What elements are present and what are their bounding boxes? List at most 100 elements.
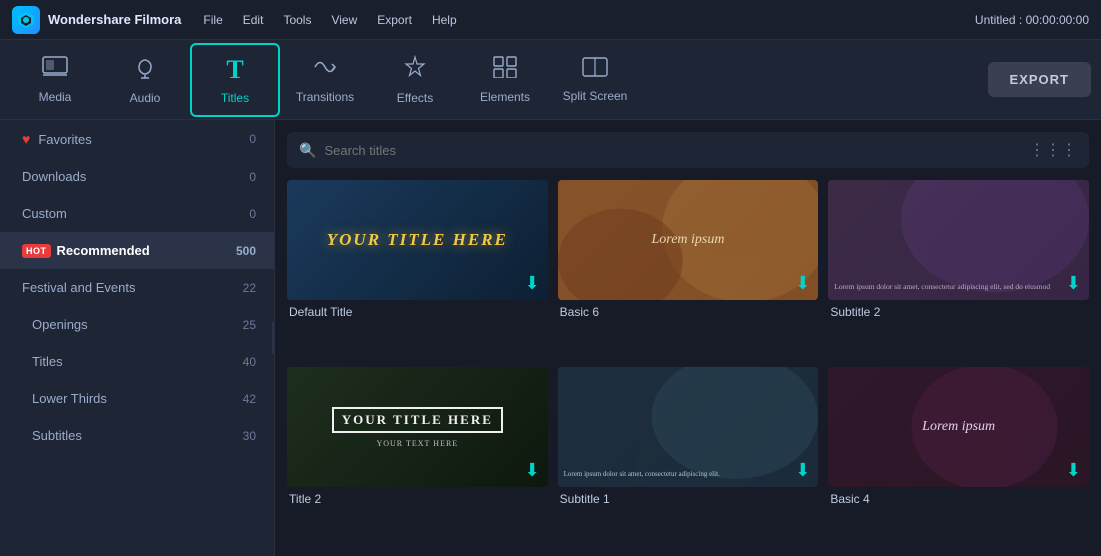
toolbar-split-screen[interactable]: Split Screen (550, 43, 640, 117)
sidebar-collapse-button[interactable]: ◀ (272, 322, 275, 354)
app-logo: Wondershare Filmora (12, 6, 181, 34)
app-name: Wondershare Filmora (48, 12, 181, 27)
sidebar-custom-label: Custom (22, 206, 249, 221)
thumb-subtitle1-bg: Lorem ipsum dolor sit amet, consectetur … (558, 367, 819, 487)
sidebar-favorites-label: Favorites (38, 132, 249, 147)
sidebar-titles-count: 40 (243, 355, 256, 369)
transitions-icon (312, 56, 338, 84)
sidebar-item-titles[interactable]: Titles 40 (0, 343, 274, 380)
menu-export[interactable]: Export (375, 9, 414, 31)
split-screen-icon (582, 57, 608, 83)
sidebar-item-favorites[interactable]: ♥ Favorites 0 (0, 120, 274, 158)
sidebar-custom-count: 0 (249, 207, 256, 221)
sidebar-item-downloads[interactable]: Downloads 0 (0, 158, 274, 195)
sidebar-titles-label: Titles (32, 354, 243, 369)
sidebar-item-custom[interactable]: Custom 0 (0, 195, 274, 232)
basic4-label: Basic 4 (828, 492, 1089, 506)
menu-tools[interactable]: Tools (281, 9, 313, 31)
toolbar-media-label: Media (39, 90, 72, 104)
titles-icon: T (226, 55, 243, 85)
basic6-label: Basic 6 (558, 305, 819, 319)
grid-toggle-icon[interactable]: ⋮⋮⋮ (1029, 140, 1077, 160)
download-icon-basic6: ⬇ (795, 273, 810, 294)
toolbar-elements-label: Elements (480, 90, 530, 104)
sidebar-item-festival-events[interactable]: Festival and Events 22 (0, 269, 274, 306)
thumb-title2[interactable]: YOUR TITLE HERE YOUR TEXT HERE ⬇ Title 2 (287, 367, 548, 544)
sidebar-item-lower-thirds[interactable]: Lower Thirds 42 (0, 380, 274, 417)
main-content: ♥ Favorites 0 Downloads 0 Custom 0 HOT R… (0, 120, 1101, 556)
thumb-basic6-preview: Lorem ipsum ⬇ (558, 180, 819, 300)
toolbar-titles-label: Titles (221, 91, 249, 105)
thumb-basic6-bg: Lorem ipsum (558, 180, 819, 300)
thumb-basic4-bg: Lorem ipsum (828, 367, 1089, 487)
toolbar-audio-label: Audio (130, 91, 161, 105)
toolbar-transitions-label: Transitions (296, 90, 354, 104)
sidebar-festival-label: Festival and Events (22, 280, 243, 295)
menu-help[interactable]: Help (430, 9, 459, 31)
hot-badge: HOT (22, 244, 51, 258)
thumbnails-grid: YOUR TITLE HERE ⬇ Default Title Lorem ip… (275, 176, 1101, 556)
sidebar-openings-label: Openings (32, 317, 243, 332)
content-area: 🔍 ⋮⋮⋮ YOUR TITLE HERE ⬇ Default Title (275, 120, 1101, 556)
search-input[interactable] (324, 143, 1013, 158)
download-icon-title2: ⬇ (525, 460, 540, 481)
sidebar-item-openings[interactable]: Openings 25 (0, 306, 274, 343)
thumb-subtitle1[interactable]: Lorem ipsum dolor sit amet, consectetur … (558, 367, 819, 544)
sidebar-downloads-label: Downloads (22, 169, 249, 184)
thumb-subtitle2[interactable]: Lorem ipsum dolor sit amet, consectetur … (828, 180, 1089, 357)
thumb-default-title-preview: YOUR TITLE HERE ⬇ (287, 180, 548, 300)
sidebar-recommended-label: Recommended (57, 243, 236, 258)
sidebar-subtitles-label: Subtitles (32, 428, 243, 443)
subtitle1-text: Lorem ipsum dolor sit amet, consectetur … (564, 469, 813, 480)
project-info: Untitled : 00:00:00:00 (975, 13, 1089, 27)
title2-sub-text: YOUR TEXT HERE (376, 439, 458, 448)
audio-icon (134, 55, 156, 85)
menu-bar: Wondershare Filmora File Edit Tools View… (0, 0, 1101, 40)
toolbar-media[interactable]: Media (10, 43, 100, 117)
basic4-text: Lorem ipsum (922, 419, 995, 435)
media-icon (42, 56, 68, 84)
toolbar-split-screen-label: Split Screen (563, 89, 628, 103)
menu-edit[interactable]: Edit (241, 9, 266, 31)
thumb-default-title[interactable]: YOUR TITLE HERE ⬇ Default Title (287, 180, 548, 357)
toolbar-transitions[interactable]: Transitions (280, 43, 370, 117)
thumb-title2-preview: YOUR TITLE HERE YOUR TEXT HERE ⬇ (287, 367, 548, 487)
thumb-basic4[interactable]: Lorem ipsum ⬇ Basic 4 (828, 367, 1089, 544)
thumb-basic6[interactable]: Lorem ipsum ⬇ Basic 6 (558, 180, 819, 357)
app-logo-icon (12, 6, 40, 34)
export-button[interactable]: EXPORT (988, 62, 1091, 97)
sidebar-openings-count: 25 (243, 318, 256, 332)
search-bar: 🔍 ⋮⋮⋮ (287, 132, 1089, 168)
sidebar-lower-thirds-label: Lower Thirds (32, 391, 243, 406)
sidebar: ♥ Favorites 0 Downloads 0 Custom 0 HOT R… (0, 120, 275, 556)
title2-main-text: YOUR TITLE HERE (332, 407, 503, 433)
default-title-label: Default Title (287, 305, 548, 319)
menu-view[interactable]: View (329, 9, 359, 31)
sidebar-recommended-count: 500 (236, 244, 256, 258)
toolbar-effects-label: Effects (397, 91, 433, 105)
download-icon-default-title: ⬇ (525, 273, 540, 294)
basic6-text: Lorem ipsum (651, 232, 724, 248)
subtitle2-label: Subtitle 2 (828, 305, 1089, 319)
menu-items: File Edit Tools View Export Help (201, 9, 458, 31)
toolbar-effects[interactable]: Effects (370, 43, 460, 117)
subtitle1-label: Subtitle 1 (558, 492, 819, 506)
toolbar-audio[interactable]: Audio (100, 43, 190, 117)
toolbar-titles[interactable]: T Titles (190, 43, 280, 117)
sidebar-subtitles-count: 30 (243, 429, 256, 443)
sidebar-item-subtitles[interactable]: Subtitles 30 (0, 417, 274, 454)
elements-icon (493, 56, 517, 84)
search-icon: 🔍 (299, 142, 316, 159)
toolbar-elements[interactable]: Elements (460, 43, 550, 117)
heart-icon: ♥ (22, 131, 30, 147)
thumb-subtitle2-bg: Lorem ipsum dolor sit amet, consectetur … (828, 180, 1089, 300)
thumb-default-title-bg: YOUR TITLE HERE (287, 180, 548, 300)
effects-icon (403, 55, 427, 85)
thumb-title2-bg: YOUR TITLE HERE YOUR TEXT HERE (287, 367, 548, 487)
title2-label: Title 2 (287, 492, 548, 506)
subtitle2-text: Lorem ipsum dolor sit amet, consectetur … (834, 281, 1083, 292)
sidebar-item-recommended[interactable]: HOT Recommended 500 (0, 232, 274, 269)
menu-file[interactable]: File (201, 9, 224, 31)
thumb-subtitle1-preview: Lorem ipsum dolor sit amet, consectetur … (558, 367, 819, 487)
thumb-basic4-preview: Lorem ipsum ⬇ (828, 367, 1089, 487)
